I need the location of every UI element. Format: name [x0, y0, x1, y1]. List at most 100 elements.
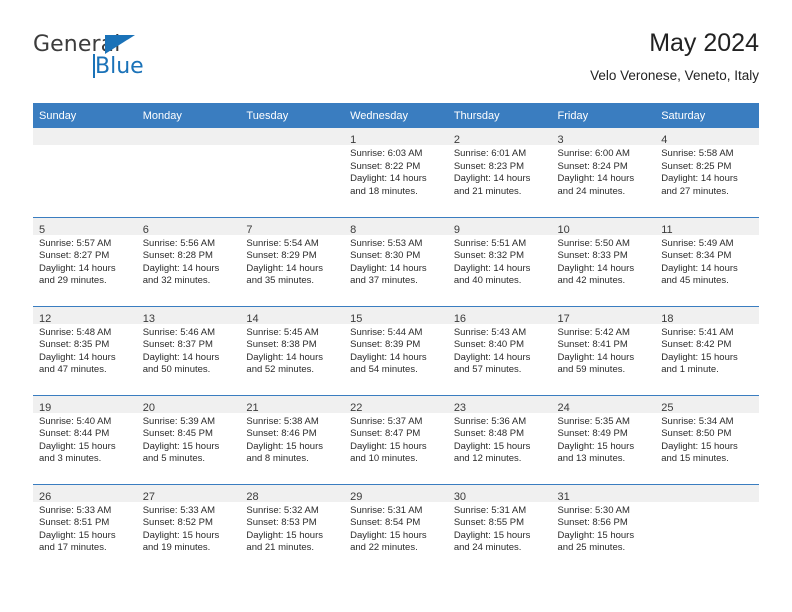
day-number-band: 7: [240, 217, 345, 236]
day-cell-content: 21 Sunrise: 5:38 AM Sunset: 8:46 PM Dayligh…: [240, 395, 345, 484]
calendar-day-cell[interactable]: 21 Sunrise: 5:38 AM Sunset: 8:46 PM Dayligh…: [240, 394, 345, 484]
day-number-band: 28: [240, 484, 345, 503]
calendar-day-cell[interactable]: 7 Sunrise: 5:54 AM Sunset: 8:29 PM Daylight…: [240, 216, 345, 306]
calendar-day-cell[interactable]: 13 Sunrise: 5:46 AM Sunset: 8:37 PM Dayligh…: [136, 305, 241, 395]
general-blue-logo[interactable]: General Blue: [33, 32, 233, 88]
calendar-day-cell[interactable]: 14 Sunrise: 5:45 AM Sunset: 8:38 PM Dayligh…: [240, 305, 345, 395]
sunrise-text: Sunrise: 5:30 AM: [557, 504, 630, 516]
calendar-day-cell[interactable]: 30 Sunrise: 5:31 AM Sunset: 8:55 PM Dayligh…: [447, 483, 552, 573]
day-info: Sunrise: 5:49 AM Sunset: 8:34 PM Daylight:…: [655, 235, 759, 288]
daylight-text-line1: Daylight: 14 hours: [350, 351, 427, 363]
day-cell-content: 25 Sunrise: 5:34 AM Sunset: 8:50 PM Dayligh…: [655, 395, 759, 484]
day-number-band: 11: [655, 217, 759, 236]
calendar-day-cell[interactable]: 17 Sunrise: 5:42 AM Sunset: 8:41 PM Dayligh…: [551, 305, 656, 395]
day-number: 6: [142, 223, 149, 236]
sunset-text: Sunset: 8:49 PM: [557, 428, 628, 440]
day-cell-content: 13 Sunrise: 5:46 AM Sunset: 8:37 PM Dayligh…: [136, 306, 241, 395]
day-info: Sunrise: 5:45 AM Sunset: 8:38 PM Daylight:…: [240, 324, 344, 377]
calendar-week-row: 1 Sunrise: 6:03 AM Sunset: 8:22 PM Daylight…: [33, 128, 759, 217]
calendar-day-cell[interactable]: 20 Sunrise: 5:39 AM Sunset: 8:45 PM Dayligh…: [136, 394, 241, 484]
day-number-band: 2: [447, 128, 552, 146]
sunset-text: Sunset: 8:32 PM: [453, 250, 525, 262]
calendar-day-cell[interactable]: 10 Sunrise: 5:50 AM Sunset: 8:33 PM Dayligh…: [551, 216, 656, 306]
day-info: Sunrise: 5:56 AM Sunset: 8:28 PM Daylight:…: [137, 235, 241, 288]
weekday-header-wednesday: Wednesday: [344, 103, 448, 128]
daylight-text-line2: and 40 minutes.: [453, 275, 522, 287]
calendar-day-cell[interactable]: 18 Sunrise: 5:41 AM Sunset: 8:42 PM Dayligh…: [655, 305, 759, 395]
day-info: Sunrise: 5:53 AM Sunset: 8:30 PM Daylight:…: [344, 235, 448, 288]
calendar-day-cell[interactable]: 3 Sunrise: 6:00 AM Sunset: 8:24 PM Daylight…: [551, 128, 656, 217]
daylight-text-line2: and 12 minutes.: [453, 453, 522, 465]
daylight-text-line2: and 21 minutes.: [246, 542, 315, 554]
logo-triangle-icon: [105, 35, 135, 54]
day-number: 15: [350, 312, 363, 325]
day-number: 1: [350, 134, 357, 146]
sunset-text: Sunset: 8:54 PM: [350, 517, 421, 529]
calendar-day-cell[interactable]: 5 Sunrise: 5:57 AM Sunset: 8:27 PM Daylight…: [33, 216, 137, 306]
calendar-day-cell[interactable]: 8 Sunrise: 5:53 AM Sunset: 8:30 PM Daylight…: [344, 216, 448, 306]
day-cell-content: 5 Sunrise: 5:57 AM Sunset: 8:27 PM Daylight…: [33, 217, 137, 306]
day-cell-content: [240, 128, 345, 216]
day-number-band: 5: [33, 217, 137, 236]
daylight-text-line2: and 27 minutes.: [661, 185, 729, 197]
sunrise-text: Sunrise: 6:00 AM: [557, 148, 630, 159]
daylight-text-line1: Daylight: 15 hours: [350, 529, 427, 541]
daylight-text-line2: and 10 minutes.: [350, 453, 418, 465]
day-number-band: 20: [136, 395, 241, 414]
daylight-text-line1: Daylight: 14 hours: [246, 351, 323, 363]
calendar-day-cell[interactable]: 15 Sunrise: 5:44 AM Sunset: 8:39 PM Dayligh…: [344, 305, 448, 395]
day-number: 11: [661, 223, 673, 236]
sunrise-text: Sunrise: 5:48 AM: [39, 326, 112, 338]
day-number-band: 4: [655, 128, 759, 146]
calendar-day-cell[interactable]: 24 Sunrise: 5:35 AM Sunset: 8:49 PM Dayligh…: [551, 394, 656, 484]
daylight-text-line2: and 24 minutes.: [557, 185, 626, 197]
daylight-text-line1: Daylight: 14 hours: [246, 262, 323, 274]
page-header: General Blue May 2024 Velo Veronese, Ven…: [33, 28, 759, 98]
day-number: 22: [350, 401, 363, 414]
day-info: Sunrise: 5:39 AM Sunset: 8:45 PM Daylight:…: [137, 413, 241, 466]
sunrise-text: Sunrise: 5:46 AM: [142, 326, 216, 338]
calendar-day-cell[interactable]: 6 Sunrise: 5:56 AM Sunset: 8:28 PM Daylight…: [136, 216, 241, 306]
daylight-text-line2: and 37 minutes.: [350, 275, 418, 287]
calendar-day-cell[interactable]: 29 Sunrise: 5:31 AM Sunset: 8:54 PM Dayligh…: [344, 483, 448, 573]
calendar-day-cell[interactable]: 12 Sunrise: 5:48 AM Sunset: 8:35 PM Dayligh…: [33, 305, 137, 395]
day-number-band: 27: [136, 484, 241, 503]
calendar-day-cell[interactable]: 1 Sunrise: 6:03 AM Sunset: 8:22 PM Daylight…: [344, 128, 448, 217]
calendar-day-cell[interactable]: 19 Sunrise: 5:40 AM Sunset: 8:44 PM Dayligh…: [33, 394, 137, 484]
weekday-header-monday: Monday: [136, 103, 241, 128]
calendar-day-cell[interactable]: 25 Sunrise: 5:34 AM Sunset: 8:50 PM Dayligh…: [655, 394, 759, 484]
calendar-day-cell[interactable]: 23 Sunrise: 5:36 AM Sunset: 8:48 PM Dayligh…: [447, 394, 552, 484]
calendar-week-row: 19 Sunrise: 5:40 AM Sunset: 8:44 PM Dayligh…: [33, 394, 759, 484]
sunrise-text: Sunrise: 5:32 AM: [246, 504, 319, 516]
calendar-day-cell[interactable]: 28 Sunrise: 5:32 AM Sunset: 8:53 PM Dayligh…: [240, 483, 345, 573]
daylight-text-line1: Daylight: 15 hours: [557, 440, 635, 452]
day-cell-content: 29 Sunrise: 5:31 AM Sunset: 8:54 PM Dayligh…: [344, 484, 448, 573]
day-info: Sunrise: 5:41 AM Sunset: 8:42 PM Daylight:…: [655, 324, 759, 377]
calendar-day-cell[interactable]: 22 Sunrise: 5:37 AM Sunset: 8:47 PM Dayligh…: [344, 394, 448, 484]
daylight-text-line2: and 47 minutes.: [39, 364, 107, 376]
day-number: 17: [557, 312, 570, 325]
calendar-day-cell[interactable]: 2 Sunrise: 6:01 AM Sunset: 8:23 PM Daylight…: [447, 128, 552, 217]
day-cell-content: 16 Sunrise: 5:43 AM Sunset: 8:40 PM Dayligh…: [447, 306, 552, 395]
calendar-day-cell[interactable]: 31 Sunrise: 5:30 AM Sunset: 8:56 PM Dayligh…: [551, 483, 656, 573]
daylight-text-line1: Daylight: 14 hours: [661, 173, 738, 185]
calendar-day-cell[interactable]: 16 Sunrise: 5:43 AM Sunset: 8:40 PM Dayligh…: [447, 305, 552, 395]
sunset-text: Sunset: 8:46 PM: [246, 428, 317, 440]
sunrise-text: Sunrise: 5:44 AM: [350, 326, 423, 338]
day-number: 25: [661, 401, 674, 414]
calendar-day-cell[interactable]: 9 Sunrise: 5:51 AM Sunset: 8:32 PM Daylight…: [447, 216, 552, 306]
sunrise-text: Sunrise: 5:35 AM: [557, 415, 630, 427]
sunset-text: Sunset: 8:30 PM: [350, 250, 421, 262]
calendar-day-cell[interactable]: 27 Sunrise: 5:33 AM Sunset: 8:52 PM Dayligh…: [136, 483, 241, 573]
daylight-text-line2: and 5 minutes.: [142, 453, 206, 465]
calendar-day-cell[interactable]: 4 Sunrise: 5:58 AM Sunset: 8:25 PM Daylight…: [655, 128, 759, 217]
sunset-text: Sunset: 8:42 PM: [661, 339, 732, 351]
day-cell-content: 8 Sunrise: 5:53 AM Sunset: 8:30 PM Daylight…: [344, 217, 448, 306]
sunset-text: Sunset: 8:29 PM: [246, 250, 317, 262]
day-info: Sunrise: 5:33 AM Sunset: 8:52 PM Daylight:…: [137, 502, 241, 555]
daylight-text-line2: and 25 minutes.: [557, 542, 626, 554]
day-info: Sunrise: 5:37 AM Sunset: 8:47 PM Daylight:…: [344, 413, 448, 466]
sunset-text: Sunset: 8:38 PM: [246, 339, 317, 351]
calendar-day-cell[interactable]: 11 Sunrise: 5:49 AM Sunset: 8:34 PM Dayligh…: [655, 216, 759, 306]
calendar-day-cell[interactable]: 26 Sunrise: 5:33 AM Sunset: 8:51 PM Dayligh…: [33, 483, 137, 573]
